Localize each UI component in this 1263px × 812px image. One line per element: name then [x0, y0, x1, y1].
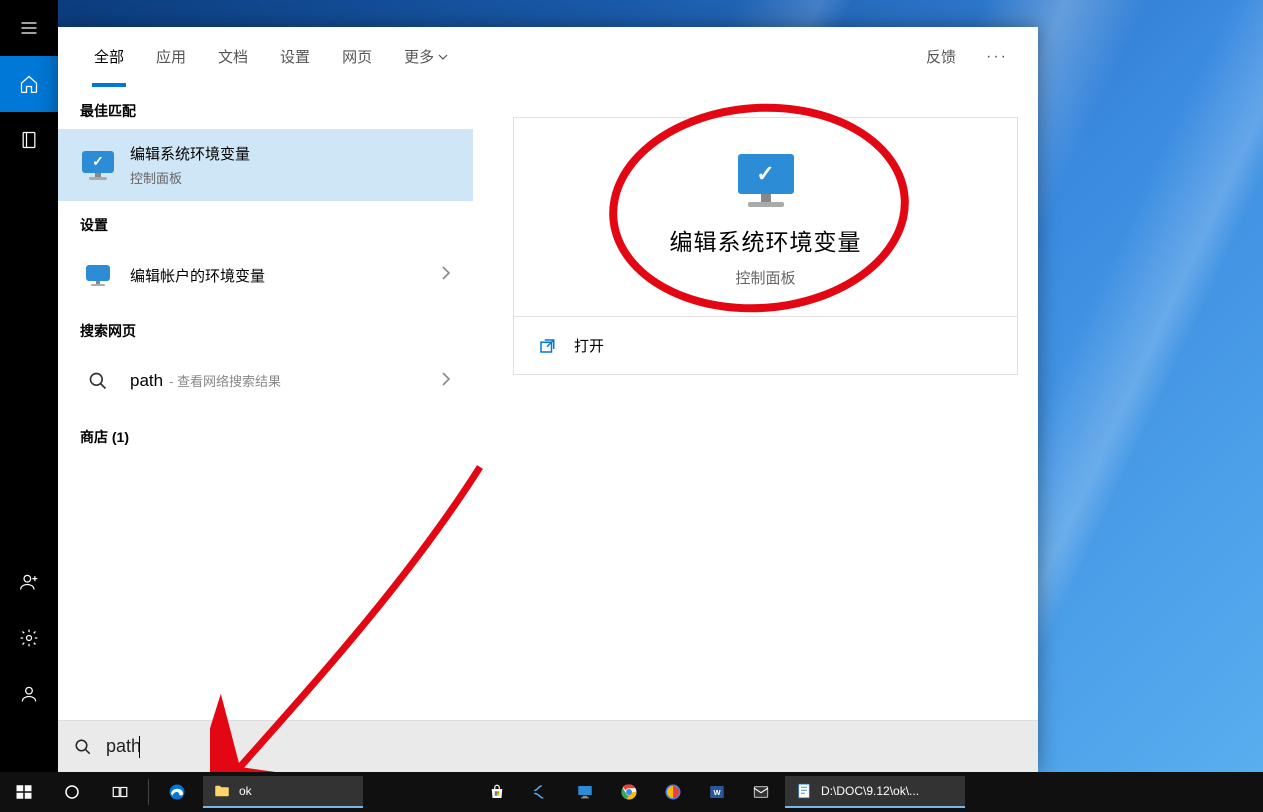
preview-open-button[interactable]: 打开	[513, 316, 1018, 375]
section-store: 商店 (1)	[58, 413, 473, 455]
circle-app-icon	[664, 783, 682, 801]
account-button[interactable]	[0, 666, 58, 722]
chrome-button[interactable]	[607, 772, 651, 812]
notebook-icon	[19, 130, 39, 150]
monitor-icon	[576, 783, 594, 801]
monitor-check-icon: ✓	[80, 147, 116, 183]
gear-icon	[19, 628, 39, 648]
cortana-left-rail	[0, 0, 58, 772]
taskbar-notepad-window[interactable]: D:\DOC\9.12\ok\...	[785, 776, 965, 808]
monitor-check-icon: ✓	[738, 154, 794, 207]
notebook-button[interactable]	[0, 112, 58, 168]
hamburger-icon	[19, 18, 39, 38]
preview-subtitle: 控制面板	[514, 267, 1017, 288]
chrome-icon	[620, 783, 638, 801]
mail-icon	[752, 783, 770, 801]
tab-more[interactable]: 更多	[388, 27, 464, 87]
task-view-icon	[111, 783, 129, 801]
tab-apps[interactable]: 应用	[140, 27, 202, 87]
open-icon	[538, 337, 556, 355]
mail-button[interactable]	[739, 772, 783, 812]
taskbar: ok W D:\DOC\9.12\ok\...	[0, 772, 1263, 812]
section-search-web: 搜索网页	[58, 307, 473, 349]
word-button[interactable]: W	[695, 772, 739, 812]
search-input-value: path	[106, 736, 141, 757]
explorer-window-title: ok	[239, 784, 252, 798]
app-wind-button[interactable]	[519, 772, 563, 812]
cortana-icon	[63, 783, 81, 801]
chevron-right-icon	[441, 265, 451, 286]
notepad-window-title: D:\DOC\9.12\ok\...	[821, 784, 919, 798]
section-best-match: 最佳匹配	[58, 87, 473, 129]
search-panel: 全部 应用 文档 设置 网页 更多 反馈 ··· 最佳匹配 ✓	[58, 27, 1038, 772]
home-button[interactable]	[0, 56, 58, 112]
section-settings: 设置	[58, 201, 473, 243]
app-circle-button[interactable]	[651, 772, 695, 812]
result-web-search[interactable]: path - 查看网络搜索结果	[58, 349, 473, 413]
search-icon	[80, 363, 116, 399]
tab-web[interactable]: 网页	[326, 27, 388, 87]
search-input-row[interactable]: path	[58, 720, 1038, 772]
result-edit-system-env[interactable]: ✓ 编辑系统环境变量 控制面板	[58, 129, 473, 201]
preview-open-label: 打开	[574, 335, 604, 356]
taskbar-explorer-window[interactable]: ok	[203, 776, 363, 808]
edge-icon	[168, 783, 186, 801]
monitor-icon	[80, 257, 116, 293]
store-button[interactable]	[475, 772, 519, 812]
search-results-column: 最佳匹配 ✓ 编辑系统环境变量 控制面板 设置	[58, 87, 473, 720]
more-options-button[interactable]: ···	[976, 48, 1018, 66]
chevron-right-icon	[441, 371, 451, 392]
windows-icon	[15, 783, 33, 801]
app-monitor-button[interactable]	[563, 772, 607, 812]
cortana-button[interactable]	[48, 772, 96, 812]
result-title: 编辑系统环境变量	[130, 143, 451, 164]
home-icon	[19, 74, 39, 94]
person-icon	[19, 684, 39, 704]
search-icon	[74, 738, 92, 756]
notepad-icon	[795, 782, 813, 800]
tab-more-label: 更多	[404, 46, 434, 67]
web-query-text: path	[130, 371, 163, 390]
result-subtitle: 控制面板	[130, 168, 451, 187]
preview-card: ✓ 编辑系统环境变量 控制面板	[513, 117, 1018, 316]
store-icon	[488, 783, 506, 801]
taskbar-divider	[148, 779, 149, 805]
chevron-down-icon	[438, 52, 448, 62]
wind-icon	[532, 783, 550, 801]
result-title: 编辑帐户的环境变量	[130, 265, 441, 286]
tab-documents[interactable]: 文档	[202, 27, 264, 87]
tab-all[interactable]: 全部	[78, 27, 140, 87]
web-hint-text: - 查看网络搜索结果	[169, 374, 281, 389]
edge-button[interactable]	[153, 772, 201, 812]
search-preview-column: ✓ 编辑系统环境变量 控制面板 打开	[473, 87, 1038, 720]
settings-button[interactable]	[0, 610, 58, 666]
result-edit-account-env[interactable]: 编辑帐户的环境变量	[58, 243, 473, 307]
word-icon: W	[708, 783, 726, 801]
person-add-icon	[19, 572, 39, 592]
preview-title: 编辑系统环境变量	[514, 223, 1017, 257]
menu-button[interactable]	[0, 0, 58, 56]
start-button[interactable]	[0, 772, 48, 812]
task-view-button[interactable]	[96, 772, 144, 812]
svg-text:W: W	[713, 788, 721, 797]
folder-icon	[213, 782, 231, 800]
feedback-link[interactable]: 反馈	[916, 46, 966, 67]
people-button[interactable]	[0, 554, 58, 610]
text-caret	[139, 736, 140, 758]
tab-settings[interactable]: 设置	[264, 27, 326, 87]
search-tabs-row: 全部 应用 文档 设置 网页 更多 反馈 ···	[58, 27, 1038, 87]
